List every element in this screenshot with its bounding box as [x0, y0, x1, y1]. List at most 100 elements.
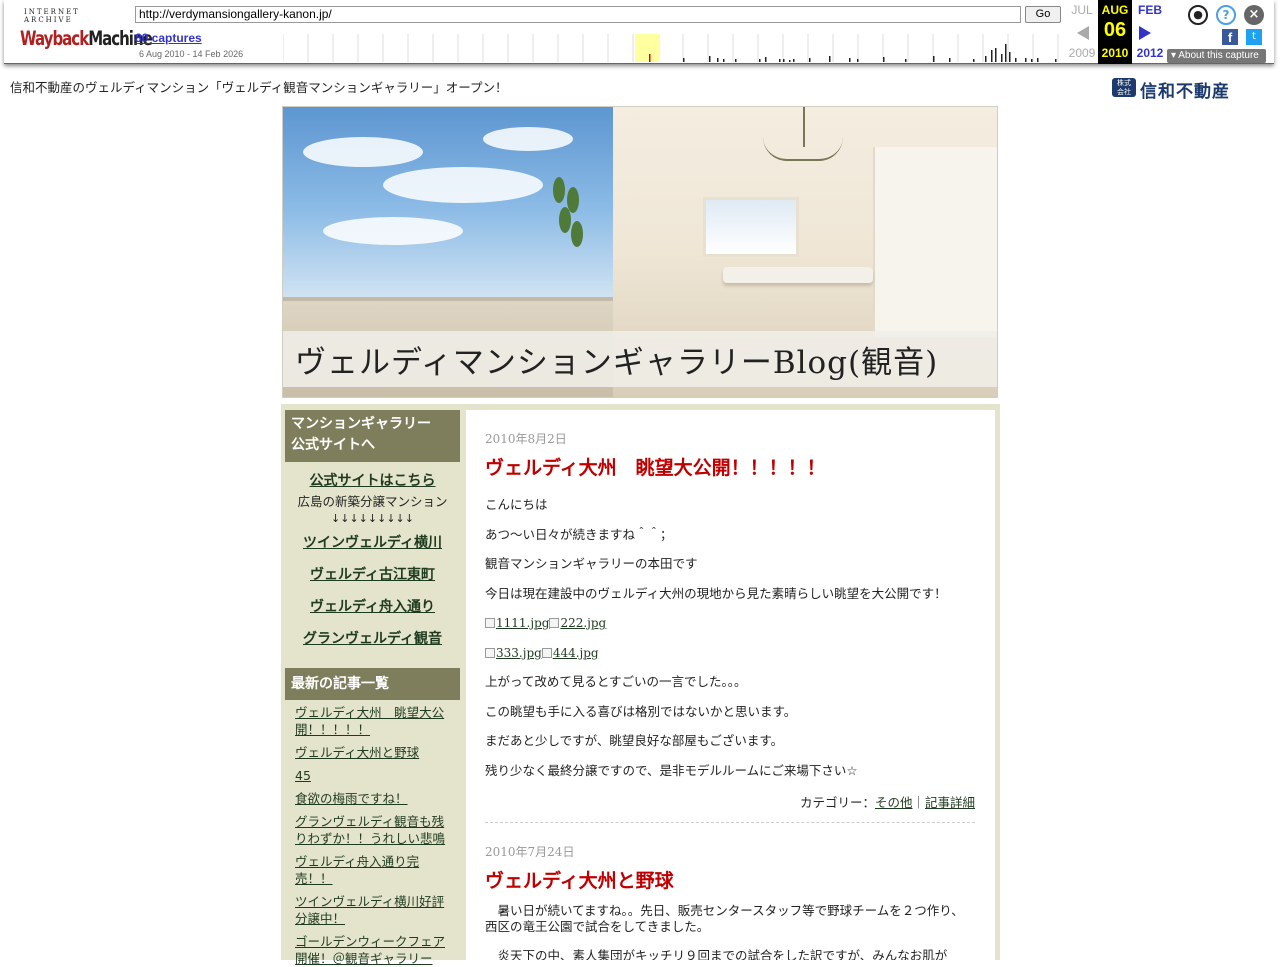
image-row: 1111.jpg 222.jpg — [485, 615, 975, 631]
facebook-icon[interactable]: f — [1222, 29, 1238, 45]
leaf — [553, 177, 565, 203]
image-link[interactable]: 444.jpg — [541, 645, 599, 660]
recent-post-link[interactable]: グランヴェルディ観音も残りわずか！！うれしい悲鳴 — [295, 813, 454, 847]
about-capture-label: About this capture — [1178, 50, 1259, 61]
capture-bar — [759, 59, 761, 62]
company-logo[interactable]: 株式 会社 信和不動産 — [1112, 77, 1272, 102]
about-capture-button[interactable]: ▾ About this capture — [1167, 49, 1266, 63]
post-body: こんにちは あつ～い日々が続きますね＾＾； 観音マンションギャラリーの本田です … — [485, 497, 975, 779]
capture-bar — [1009, 52, 1011, 62]
broken-image-icon — [541, 647, 552, 658]
current-year-highlight — [635, 34, 660, 62]
post-paragraph: あつ～い日々が続きますね＾＾； — [485, 526, 673, 542]
image-alt: 222.jpg — [560, 616, 607, 630]
recent-post-link[interactable]: ヴェルディ舟入通り完売！！ — [295, 853, 454, 887]
recent-post-link[interactable]: ヴェルディ大州と野球 — [295, 744, 454, 761]
next-month: FEB — [1138, 3, 1162, 17]
capture-bar — [1001, 54, 1003, 62]
cur-day: 06 — [1103, 19, 1127, 41]
capture-bar — [717, 58, 719, 62]
image-alt: 444.jpg — [552, 645, 599, 660]
url-input[interactable]: http://verdymansiongallery-kanon.jp/ — [135, 6, 1021, 23]
next-capture[interactable]: FEB 2012 — [1133, 0, 1167, 64]
prev-month: JUL — [1071, 3, 1093, 17]
capture-bar — [683, 58, 685, 62]
cur-month: AUG — [1101, 3, 1129, 17]
post-paragraph: 暑い日が続いてますね。。先日、販売センタースタッフ等で野球チームを２つ作り、西区… — [485, 902, 964, 934]
captures-link[interactable]: 80 captures — [135, 31, 202, 45]
image-link[interactable]: 333.jpg — [485, 646, 542, 660]
capture-bar — [735, 59, 737, 62]
user-icon[interactable]: ● — [1188, 5, 1208, 25]
sidebar-link-grand-kanon[interactable]: グランヴェルディ観音 — [285, 628, 460, 648]
go-button[interactable]: Go — [1025, 6, 1061, 23]
capture-bar — [765, 57, 767, 62]
post-title[interactable]: ヴェルディ大州と野球 — [485, 866, 975, 893]
post-paragraph: 観音マンションギャラリーの本田です — [485, 556, 698, 571]
close-icon[interactable]: × — [1244, 5, 1264, 25]
post-body: 暑い日が続いてますね。。先日、販売センタースタッフ等で野球チームを２つ作り、西区… — [485, 903, 975, 961]
broken-image-icon — [485, 647, 495, 658]
sidebar-link-funairi[interactable]: ヴェルディ舟入通り — [285, 596, 460, 616]
capture-bar — [883, 57, 885, 62]
cloud — [303, 137, 423, 167]
cloud — [383, 167, 543, 203]
wayback-logo[interactable]: INTERNET ARCHIVE WaybackMachine — [20, 8, 153, 52]
logo-main-text: WaybackMachine — [20, 27, 153, 51]
capture-bar — [649, 54, 651, 62]
recent-post-link[interactable]: 食欲の梅雨ですね！ — [295, 790, 454, 807]
prev-arrow-icon[interactable] — [1077, 26, 1089, 40]
twitter-icon[interactable]: t — [1246, 29, 1262, 45]
recent-post-link[interactable]: 45 — [295, 767, 454, 784]
recent-post-link[interactable]: ヴェルディ大州 眺望大公開！！！！！ — [295, 704, 454, 738]
capture-bar — [905, 59, 907, 62]
official-links: 公式サイトはこちら 広島の新築分譲マンション ↓↓↓↓↓↓↓↓↓ ツインヴェルデ… — [285, 470, 460, 648]
post-meta: カテゴリー：その他｜記事詳細 — [485, 792, 975, 811]
post-title[interactable]: ヴェルディ大州 眺望大公開！！！！！ — [485, 453, 975, 480]
main-container: マンションギャラリー 公式サイトへ 公式サイトはこちら 広島の新築分譲マンション… — [281, 404, 1000, 966]
image-link[interactable]: 1111.jpg — [485, 616, 549, 630]
meta-separator: ｜ — [912, 794, 925, 810]
cur-year: 2010 — [1101, 46, 1129, 60]
capture-bar — [1005, 44, 1007, 62]
logo-wayback: Wayback — [20, 27, 89, 51]
capture-bar — [829, 56, 831, 62]
capture-sparkline[interactable] — [283, 34, 1061, 62]
blog-banner[interactable]: ヴェルディマンションギャラリーBlog(観音) — [282, 106, 998, 398]
prev-year: 2009 — [1068, 46, 1096, 60]
official-subtitle: 広島の新築分譲マンション — [297, 494, 448, 509]
logo-name: 信和不動産 — [1140, 82, 1230, 102]
sidebar-link-furue[interactable]: ヴェルディ古江東町 — [285, 564, 460, 584]
capture-bar — [1031, 59, 1033, 62]
capture-bar — [783, 59, 785, 62]
help-icon[interactable]: ? — [1216, 5, 1236, 25]
post-paragraph: 残り少なく最終分譲ですので、是非モデルルームにご来場下さい☆ — [485, 762, 858, 778]
post-paragraph: 今日は現在建設中のヴェルディ大州の現地から見た素晴らしい眺望を大公開です！ — [485, 585, 947, 601]
recent-post-link[interactable]: ツインヴェルディ横川好評分譲中！ — [295, 893, 454, 927]
recent-post-link[interactable]: ゴールデンウィークフェア開催！＠観音ギャラリー — [295, 933, 454, 967]
month-navigator: JUL 2009 AUG 06 2010 FEB 2012 — [1065, 0, 1165, 64]
year-columns — [283, 34, 1059, 62]
dining-table — [723, 267, 873, 283]
image-alt: 1111.jpg — [496, 616, 550, 630]
sidebar-link-twin-verdy[interactable]: ツインヴェルディ横川 — [285, 532, 460, 552]
category-link[interactable]: その他 — [875, 795, 913, 810]
image-link[interactable]: 222.jpg — [549, 616, 606, 630]
banner-title-bar: ヴェルディマンションギャラリーBlog(観音) — [283, 331, 997, 387]
official-site-link[interactable]: 公式サイトはこちら — [285, 470, 460, 490]
next-arrow-icon[interactable] — [1139, 26, 1151, 40]
post-paragraph: 炎天下の中、素人集団がキッチリ９回までの試合をした訳ですが、みんなお肌が — [485, 947, 948, 961]
blog-post: 2010年7月24日 ヴェルディ大州と野球 暑い日が続いてますね。。先日、販売セ… — [466, 823, 995, 961]
category-label: カテゴリー： — [799, 794, 875, 810]
leaf — [571, 221, 583, 247]
sidebar-heading-official: マンションギャラリー 公式サイトへ — [285, 410, 460, 462]
capture-bar — [1025, 58, 1027, 62]
prev-capture[interactable]: JUL 2009 — [1065, 0, 1099, 64]
detail-link[interactable]: 記事詳細 — [925, 795, 975, 810]
capture-bar — [793, 59, 795, 62]
image-row: 333.jpg 444.jpg — [485, 645, 975, 661]
broken-image-icon — [485, 618, 495, 628]
capture-bar — [995, 48, 997, 62]
capture-bar — [949, 58, 951, 62]
capture-bar — [1015, 58, 1017, 62]
